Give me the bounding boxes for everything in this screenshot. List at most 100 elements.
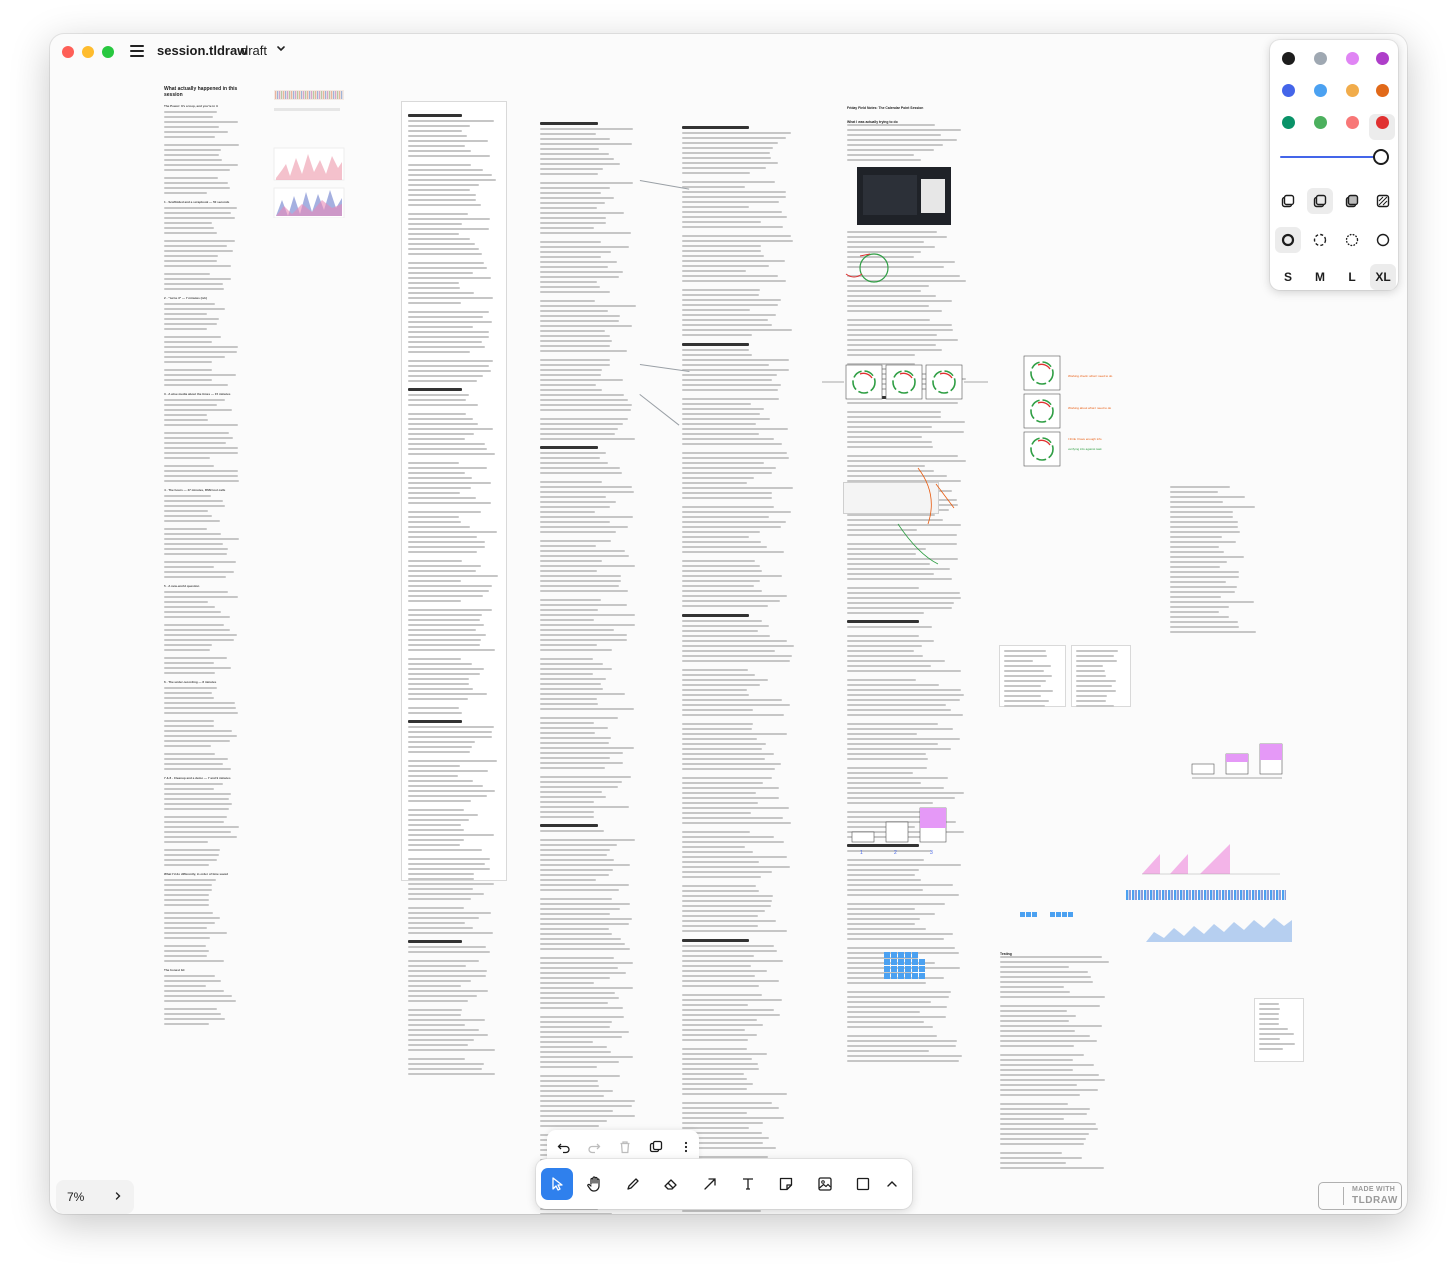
- hand-tool-icon[interactable]: [579, 1168, 611, 1200]
- duplicate-icon[interactable]: [645, 1136, 667, 1158]
- color-swatch[interactable]: [1346, 84, 1359, 97]
- text-line: [164, 937, 210, 939]
- trash-icon[interactable]: [614, 1136, 636, 1158]
- document-name[interactable]: session.tldraw: [157, 43, 247, 58]
- canvas-document-6[interactable]: Testing: [1000, 952, 1118, 1169]
- chevron-up-icon[interactable]: [880, 1168, 904, 1200]
- undo-icon[interactable]: [553, 1136, 575, 1158]
- dash-dashed-icon[interactable]: [1307, 227, 1333, 253]
- canvas-right-sketch[interactable]: [1170, 486, 1264, 633]
- select-tool-icon[interactable]: [541, 1168, 573, 1200]
- close-window-button[interactable]: [62, 46, 74, 58]
- size-m-button[interactable]: M: [1307, 264, 1333, 290]
- dash-solid-icon[interactable]: [1370, 227, 1396, 253]
- color-swatch[interactable]: [1314, 52, 1327, 65]
- text-line: [682, 477, 754, 479]
- chevron-down-icon[interactable]: [276, 45, 286, 53]
- color-swatch[interactable]: [1314, 116, 1327, 129]
- canvas-document-4[interactable]: [682, 120, 802, 1212]
- annotation-arrows[interactable]: [888, 464, 958, 584]
- made-with-tldraw-badge[interactable]: MADE WITH TLDRAW: [1318, 1182, 1402, 1210]
- color-swatch[interactable]: [1376, 116, 1389, 129]
- color-stripe-bar[interactable]: [1126, 890, 1286, 900]
- annotation-label[interactable]: Working about what I need to do: [1068, 406, 1111, 410]
- canvas-text-column-1[interactable]: What actually happened in this session T…: [164, 86, 242, 1028]
- draw-tool-icon[interactable]: [617, 1168, 649, 1200]
- cycle-sketch[interactable]: [840, 244, 900, 294]
- size-l-button[interactable]: L: [1339, 264, 1365, 290]
- text-line: [540, 1105, 633, 1107]
- zoom-window-button[interactable]: [102, 46, 114, 58]
- fill-pattern-icon[interactable]: [1370, 188, 1396, 214]
- image-asset-tool-icon[interactable]: [809, 1168, 841, 1200]
- color-swatch[interactable]: [1282, 116, 1295, 129]
- fill-none-icon[interactable]: [1275, 188, 1301, 214]
- loop-diagram[interactable]: [820, 359, 990, 409]
- text-line: [540, 816, 594, 818]
- text-line: [540, 491, 635, 493]
- connector-arrow[interactable]: [639, 394, 680, 426]
- dash-draw-icon[interactable]: [1275, 227, 1301, 253]
- fill-semi-icon[interactable]: [1307, 188, 1333, 214]
- color-swatch[interactable]: [1282, 84, 1295, 97]
- opacity-slider-thumb[interactable]: [1373, 149, 1389, 165]
- pink-block-sketch-2[interactable]: 1 2 3: [850, 802, 950, 858]
- minimize-window-button[interactable]: [82, 46, 94, 58]
- color-swatch[interactable]: [1376, 52, 1389, 65]
- grid-block: [891, 966, 897, 972]
- rectangle-tool-icon[interactable]: [847, 1168, 879, 1200]
- blue-blocks-row[interactable]: [1020, 910, 1100, 920]
- text-line: [1170, 631, 1256, 633]
- main-menu-icon[interactable]: [130, 45, 144, 57]
- color-swatch[interactable]: [1282, 52, 1295, 65]
- stripe-bar: [301, 91, 303, 99]
- text-line: [408, 155, 490, 157]
- page-menu-label[interactable]: draft: [241, 43, 267, 58]
- canvas-chart-thumbnails[interactable]: [272, 88, 346, 219]
- pink-block-sketch[interactable]: [1190, 734, 1290, 784]
- blue-grid-sketch[interactable]: [882, 946, 932, 986]
- text-line: [847, 159, 922, 161]
- annotation-label[interactable]: verifying info against task: [1068, 447, 1102, 451]
- eraser-tool-icon[interactable]: [655, 1168, 687, 1200]
- vertical-loop-diagram[interactable]: [1020, 352, 1064, 472]
- fill-solid-icon[interactable]: [1339, 188, 1365, 214]
- pink-area-sketches[interactable]: [1140, 834, 1290, 884]
- canvas-document-3[interactable]: [540, 116, 640, 1214]
- canvas-screenshot-1[interactable]: [1000, 646, 1065, 707]
- text-line: [1000, 976, 1091, 978]
- text-line: [847, 446, 934, 448]
- note-tool-icon[interactable]: [770, 1168, 802, 1200]
- annotation-label[interactable]: I think I have enough info: [1068, 437, 1102, 441]
- opacity-slider-track[interactable]: [1280, 156, 1380, 158]
- zoom-menu[interactable]: 7%: [56, 1180, 134, 1214]
- color-swatch[interactable]: [1346, 116, 1359, 129]
- text-line: [540, 1075, 620, 1077]
- size-xl-button[interactable]: XL: [1370, 264, 1396, 290]
- text-line: [682, 374, 777, 376]
- dash-dotted-icon[interactable]: [1339, 227, 1365, 253]
- text-line: [1000, 1103, 1068, 1105]
- text-line: [1259, 1023, 1279, 1025]
- more-vertical-icon[interactable]: [675, 1136, 697, 1158]
- text-line: [408, 560, 462, 562]
- chevron-right-icon[interactable]: [114, 1191, 122, 1201]
- text-line: [1170, 521, 1239, 523]
- annotation-label[interactable]: Working check: what I need to do: [1068, 374, 1112, 378]
- text-line: [540, 830, 604, 832]
- canvas-screenshot-3[interactable]: [1255, 999, 1303, 1061]
- text-line: [164, 543, 223, 545]
- blue-area-chart-thumb[interactable]: [1144, 914, 1294, 944]
- text-line: [540, 374, 601, 376]
- size-label: S: [1283, 270, 1292, 284]
- canvas-document-2[interactable]: [402, 102, 506, 1075]
- canvas-screenshot-2[interactable]: [1072, 646, 1130, 707]
- color-swatch[interactable]: [1314, 84, 1327, 97]
- size-s-button[interactable]: S: [1275, 264, 1301, 290]
- color-swatch[interactable]: [1346, 52, 1359, 65]
- arrow-tool-icon[interactable]: [694, 1168, 726, 1200]
- color-swatch[interactable]: [1376, 84, 1389, 97]
- text-line: [408, 516, 459, 518]
- redo-icon[interactable]: [583, 1136, 605, 1158]
- text-tool-icon[interactable]: [732, 1168, 764, 1200]
